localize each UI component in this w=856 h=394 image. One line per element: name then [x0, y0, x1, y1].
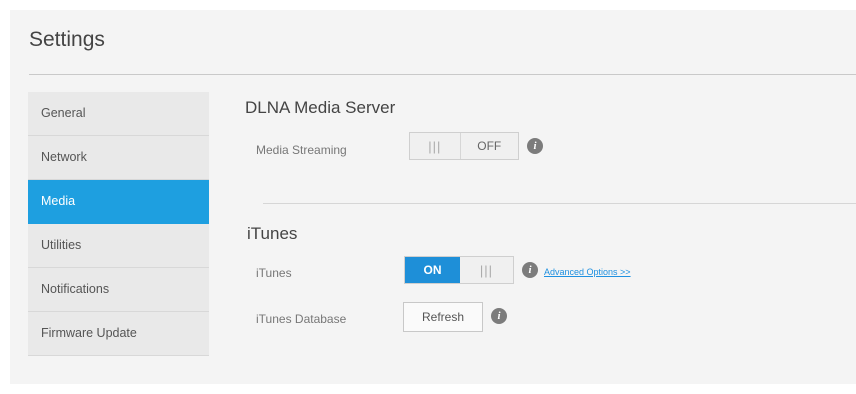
grip-icon: |||	[479, 262, 494, 278]
settings-page: Settings General Network Media Utilities…	[10, 10, 856, 384]
sidebar-item-firmware-update[interactable]: Firmware Update	[28, 312, 209, 356]
info-icon[interactable]: i	[491, 308, 507, 324]
sidebar-item-media[interactable]: Media	[28, 180, 209, 224]
itunes-toggle[interactable]: ON |||	[404, 256, 514, 284]
info-icon[interactable]: i	[522, 262, 538, 278]
info-icon[interactable]: i	[527, 138, 543, 154]
title-divider	[29, 74, 856, 75]
media-streaming-state: OFF	[459, 133, 518, 159]
sidebar-item-notifications[interactable]: Notifications	[28, 268, 209, 312]
dlna-section-title: DLNA Media Server	[245, 98, 396, 117]
itunes-section-title: iTunes	[247, 224, 298, 243]
sidebar-item-general[interactable]: General	[28, 92, 209, 136]
page-title: Settings	[29, 28, 105, 51]
section-divider	[263, 203, 856, 204]
itunes-database-label: iTunes Database	[256, 312, 347, 326]
sidebar: General Network Media Utilities Notifica…	[28, 92, 209, 356]
grip-icon: |||	[428, 138, 442, 154]
media-streaming-label: Media Streaming	[256, 143, 347, 157]
media-streaming-toggle[interactable]: ||| OFF	[409, 132, 519, 160]
itunes-state: ON	[405, 257, 460, 283]
itunes-label: iTunes	[256, 266, 292, 280]
refresh-button[interactable]: Refresh	[403, 302, 483, 332]
sidebar-item-utilities[interactable]: Utilities	[28, 224, 209, 268]
advanced-options-link[interactable]: Advanced Options >>	[544, 267, 631, 277]
sidebar-item-network[interactable]: Network	[28, 136, 209, 180]
